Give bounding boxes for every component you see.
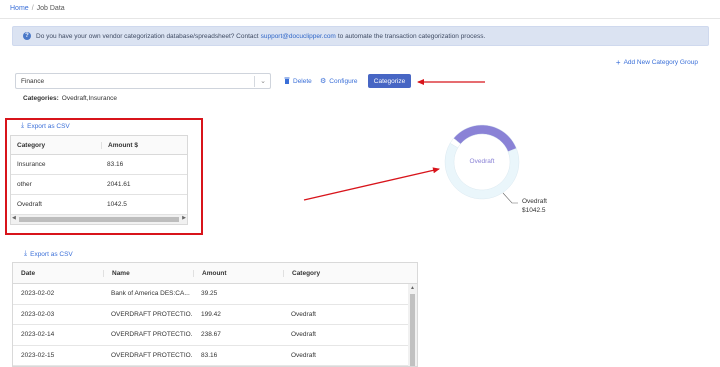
cell-date: 2023-02-15 (21, 351, 55, 359)
cell-category: Ovedraft (291, 351, 316, 359)
donut-slice-other[interactable] (444, 142, 520, 200)
categories-value: Ovedraft,Insurance (61, 95, 118, 102)
donut-slice-ovedraft[interactable] (453, 124, 517, 153)
donut-center-label: Ovedraft (470, 158, 495, 165)
scrollbar-thumb[interactable] (410, 294, 415, 366)
cell-category: Ovedraft (291, 310, 316, 318)
scroll-left-icon[interactable]: ◀ (12, 215, 16, 221)
cell-date: 2023-02-02 (21, 290, 55, 298)
table-row: 2023-02-15 OVERDRAFT PROTECTIO... 83.16 … (13, 346, 417, 366)
chevron-down-icon[interactable]: ⌄ (260, 77, 266, 85)
cell-amount: 238.67 (201, 331, 221, 339)
cell-name: OVERDRAFT PROTECTIO... (111, 351, 193, 359)
cell-category: Insurance (17, 161, 46, 168)
category-summary-table: Category Amount $ Insurance 83.16 other … (10, 135, 188, 225)
column-header-category[interactable]: Category (11, 142, 101, 149)
configure-label: Configure (329, 77, 358, 85)
alert-text-after: to automate the transaction categorizati… (337, 32, 486, 40)
alert-text-before: Do you have your own vendor categorizati… (36, 32, 259, 40)
column-header-amount[interactable]: Amount $ (101, 141, 187, 149)
category-group-select-value: Finance (21, 77, 45, 85)
gear-icon: ⚙ (320, 78, 327, 85)
cell-name: Bank of America DES:CA... (111, 290, 190, 298)
breadcrumb: Home / Job Data (10, 5, 65, 12)
header-divider (0, 18, 720, 19)
support-email-link[interactable]: support@docuclipper.com (261, 33, 336, 40)
table-row: 2023-02-02 Bank of America DES:CA... 39.… (13, 284, 417, 305)
categories-summary: Categories: Ovedraft,Insurance (23, 95, 117, 102)
info-alert: ? Do you have your own vendor categoriza… (12, 26, 709, 46)
callout-label: Ovedraft (522, 198, 547, 205)
scrollbar-thumb[interactable] (19, 217, 179, 222)
categorize-button[interactable]: Categorize (368, 74, 411, 88)
cell-date: 2023-02-03 (21, 310, 55, 318)
cell-amount: 1042.5 (107, 201, 127, 208)
add-category-group-button[interactable]: + Add New Category Group (616, 58, 698, 67)
cell-category: Ovedraft (17, 201, 42, 208)
category-donut-chart: Ovedraft Ovedraft $1042.5 (444, 124, 547, 214)
cell-name: OVERDRAFT PROTECTIO... (111, 310, 193, 318)
cell-category: Ovedraft (291, 331, 316, 339)
breadcrumb-home-link[interactable]: Home (10, 5, 29, 12)
delete-button[interactable]: Delete (284, 77, 312, 86)
transactions-export-csv-button[interactable]: ⤓ Export as CSV (24, 250, 73, 258)
question-icon: ? (23, 32, 31, 40)
cell-date: 2023-02-14 (21, 331, 55, 339)
cell-amount: 39.25 (201, 290, 218, 298)
breadcrumb-separator: / (31, 5, 34, 12)
callout-line (502, 192, 518, 204)
table-row: 2023-02-03 OVERDRAFT PROTECTIO... 199.42… (13, 305, 417, 325)
cell-amount: 199.42 (201, 310, 221, 318)
table-header: Date Name Amount Category (13, 263, 417, 284)
scroll-right-icon[interactable]: ▶ (182, 215, 186, 221)
column-header-date[interactable]: Date (13, 270, 103, 277)
trash-icon (284, 77, 290, 86)
categories-label: Categories: (23, 95, 59, 102)
download-icon: ⤓ (21, 122, 25, 129)
column-header-name[interactable]: Name (103, 269, 193, 277)
cell-amount: 83.16 (201, 351, 218, 359)
transactions-table: Date Name Amount Category 2023-02-02 Ban… (12, 262, 418, 367)
category-group-select[interactable]: Finance ⌄ (15, 73, 271, 89)
cell-amount: 83.16 (107, 161, 124, 168)
table-header: Category Amount $ (11, 136, 187, 155)
plus-icon: + (615, 58, 621, 67)
summary-export-label: Export as CSV (27, 122, 70, 130)
table-row: Insurance 83.16 (11, 155, 187, 175)
scroll-up-icon[interactable]: ▲ (410, 285, 415, 291)
cell-name: OVERDRAFT PROTECTIO... (111, 331, 193, 339)
select-divider (254, 76, 255, 87)
table-row: 2023-02-14 OVERDRAFT PROTECTIO... 238.67… (13, 325, 417, 346)
cell-category: other (17, 181, 32, 188)
download-icon: ⤓ (24, 250, 28, 257)
cell-amount: 2041.61 (107, 181, 131, 188)
vertical-scrollbar[interactable]: ▲ (408, 284, 417, 366)
callout-value: $1042.5 (522, 207, 546, 214)
summary-export-csv-button[interactable]: ⤓ Export as CSV (21, 122, 70, 130)
breadcrumb-current: Job Data (36, 5, 65, 12)
table-row: other 2041.61 (11, 175, 187, 195)
column-header-amount[interactable]: Amount (193, 269, 283, 277)
column-header-category[interactable]: Category (283, 269, 393, 277)
horizontal-scrollbar[interactable]: ◀ ▶ (11, 215, 187, 224)
add-category-group-label: Add New Category Group (623, 59, 698, 66)
configure-button[interactable]: ⚙ Configure (320, 77, 358, 86)
transactions-export-label: Export as CSV (30, 250, 73, 258)
delete-label: Delete (293, 78, 312, 85)
table-row: Ovedraft 1042.5 (11, 195, 187, 215)
